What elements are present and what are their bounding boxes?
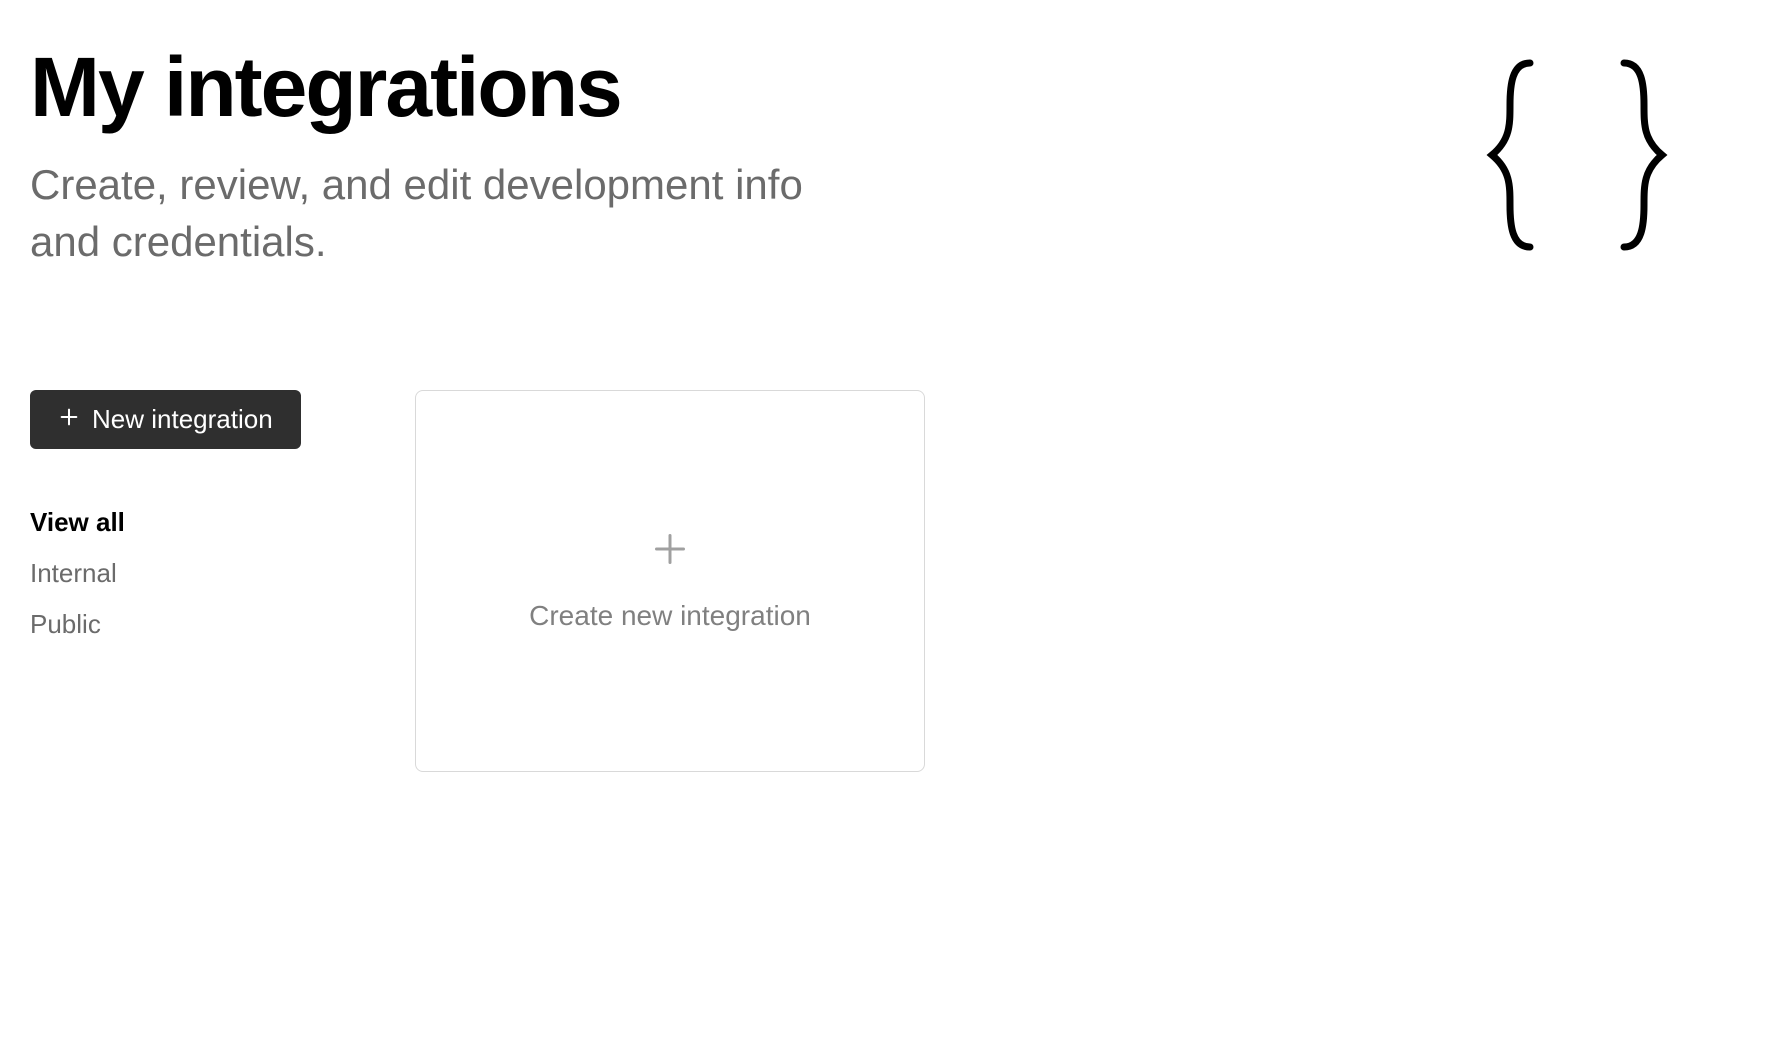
filter-view-all[interactable]: View all	[30, 497, 320, 548]
filter-label: View all	[30, 507, 125, 537]
filter-label: Public	[30, 609, 101, 639]
filter-public[interactable]: Public	[30, 599, 320, 650]
sidebar: New integration View all Internal Public	[30, 390, 320, 772]
page-header: My integrations Create, review, and edit…	[30, 45, 1752, 270]
create-integration-card[interactable]: Create new integration	[415, 390, 925, 772]
create-card-label: Create new integration	[529, 600, 811, 632]
new-integration-button[interactable]: New integration	[30, 390, 301, 449]
braces-icon	[1482, 55, 1672, 260]
plus-icon	[58, 404, 80, 435]
page-title: My integrations	[30, 45, 930, 129]
main-content: Create new integration	[415, 390, 1752, 772]
plus-icon	[652, 531, 688, 572]
filter-label: Internal	[30, 558, 117, 588]
page-subtitle: Create, review, and edit development inf…	[30, 157, 830, 270]
filter-list: View all Internal Public	[30, 497, 320, 650]
content: New integration View all Internal Public…	[30, 390, 1752, 772]
new-integration-label: New integration	[92, 404, 273, 435]
header-text: My integrations Create, review, and edit…	[30, 45, 930, 270]
filter-internal[interactable]: Internal	[30, 548, 320, 599]
